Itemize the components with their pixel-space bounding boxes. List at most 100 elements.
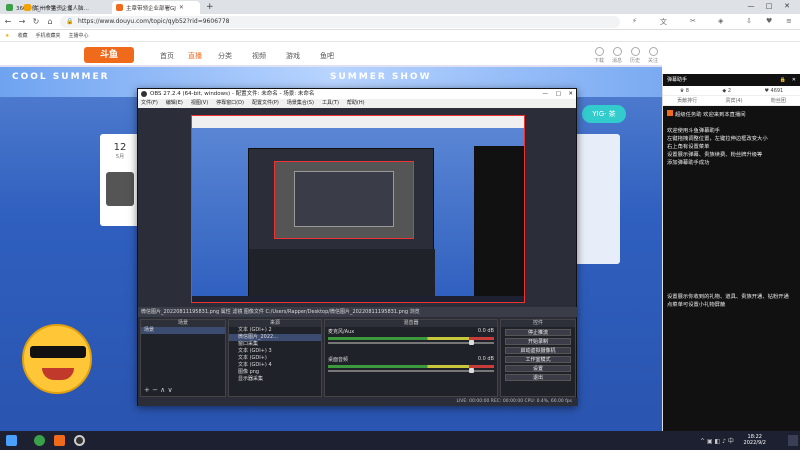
- stop-streaming-button[interactable]: 停止推流: [505, 329, 571, 336]
- close-tab-icon[interactable]: ✕: [179, 4, 184, 11]
- chat-message: 欢迎使用斗鱼弹幕助手: [667, 128, 720, 134]
- scenes-panel: 场景 场景 + − ∧ ∨: [140, 319, 226, 397]
- chat-message: 设置展示弹幕、贵族续费、粉丝牌升级等: [667, 152, 763, 158]
- reload-icon[interactable]: ↻: [31, 17, 41, 26]
- clock-date: 2022/9/2: [743, 440, 766, 446]
- menu-file[interactable]: 文件(F): [141, 99, 158, 108]
- forward-icon[interactable]: →: [17, 17, 27, 26]
- schedule-card[interactable]: 12 5月: [100, 134, 140, 226]
- right-badge[interactable]: YIG· 茶: [582, 105, 626, 123]
- maximize-icon[interactable]: □: [762, 2, 776, 10]
- menu-view[interactable]: 视图(V): [191, 99, 208, 108]
- url-input[interactable]: 🔒 https://www.douyu.com/topic/qyb52?rid=…: [60, 16, 620, 28]
- preview-taskbar-capture: [192, 296, 524, 302]
- nav-fishbar[interactable]: 鱼吧: [320, 51, 334, 61]
- screenshot-icon[interactable]: ✂: [690, 17, 696, 25]
- favorite-icon[interactable]: ♥: [766, 17, 772, 25]
- source-item[interactable]: 图像 png: [229, 369, 321, 376]
- exit-button[interactable]: 退出: [505, 374, 571, 381]
- settings-button[interactable]: 设置: [505, 365, 571, 372]
- nav-home[interactable]: 首页: [160, 51, 174, 61]
- tab-vip[interactable]: 贵宾(4): [725, 96, 742, 105]
- bookmarks-bar: ★ 收藏 手机收藏夹 主播中心: [0, 30, 800, 42]
- menu-help[interactable]: 帮助(H): [347, 99, 365, 108]
- menu-profile[interactable]: 配置文件(P): [252, 99, 279, 108]
- bookmark-item[interactable]: 收藏: [17, 32, 27, 39]
- tray-icons[interactable]: ^ ▣ ◧ ♪ 中: [700, 436, 734, 445]
- scene-add-remove-icons[interactable]: + − ∧ ∨: [144, 386, 173, 394]
- lock-icon: 🔒: [66, 18, 74, 25]
- nav-video[interactable]: 视频: [252, 51, 266, 61]
- menu-icon[interactable]: ≡: [786, 17, 792, 25]
- source-item[interactable]: 文本 (GDI+): [229, 355, 321, 362]
- source-item[interactable]: 文本 (GDI+) 3: [229, 348, 321, 355]
- download-icon[interactable]: ⇩: [746, 17, 752, 25]
- extension-icon[interactable]: ⚡: [632, 17, 637, 25]
- scene-item[interactable]: 场景: [141, 327, 225, 334]
- obs-preview[interactable]: [191, 115, 525, 303]
- menu-docks[interactable]: 停靠窗口(D): [216, 99, 244, 108]
- windows-start-icon[interactable]: [6, 435, 17, 446]
- virtual-camera-button[interactable]: 启动虚拟摄像机: [505, 347, 571, 354]
- studio-mode-button[interactable]: 工作室模式: [505, 356, 571, 363]
- nav-games[interactable]: 游戏: [286, 51, 300, 61]
- browser-tab-3[interactable]: 主章带领企业部署GJ ✕: [112, 1, 200, 14]
- new-tab-button[interactable]: +: [206, 2, 214, 12]
- start-recording-button[interactable]: 开始录制: [505, 338, 571, 345]
- menu-edit[interactable]: 编辑(E): [166, 99, 183, 108]
- message-icon[interactable]: 消息: [610, 47, 624, 64]
- chat-close-icon[interactable]: ✕: [792, 74, 796, 86]
- translate-icon[interactable]: 文: [660, 17, 667, 27]
- obs-menu-bar: 文件(F) 编辑(E) 视图(V) 停靠窗口(D) 配置文件(P) 场景集合(S…: [138, 99, 576, 108]
- source-item[interactable]: 文本 (GDI+) 4: [229, 362, 321, 369]
- controls-panel: 控件 停止推流 开始录制 启动虚拟摄像机 工作室模式 设置 退出: [500, 319, 576, 397]
- card-thumbnail: [106, 172, 134, 206]
- bookmark-item[interactable]: 主播中心: [69, 32, 89, 39]
- browser-tab-2[interactable]: 兰州市第一企业人脑…: [20, 1, 112, 14]
- system-badge-icon: [667, 110, 673, 116]
- tab-fan-club[interactable]: 粉丝团: [771, 96, 786, 105]
- notification-icon[interactable]: [788, 435, 798, 446]
- source-item[interactable]: 微信图片_2022...: [229, 334, 321, 341]
- back-icon[interactable]: ←: [3, 17, 13, 26]
- tab-favicon-icon: [24, 4, 31, 11]
- obs-app-icon[interactable]: [74, 435, 85, 446]
- tab-contribution[interactable]: 贡献排行: [677, 96, 697, 105]
- douyu-app-icon[interactable]: [54, 435, 65, 446]
- close-icon[interactable]: ✕: [780, 2, 794, 10]
- site-logo[interactable]: 斗鱼: [84, 47, 134, 63]
- source-item[interactable]: 显示器采集: [229, 376, 321, 383]
- mixer-channel: 麦克风/Aux 0.0 dB: [325, 327, 497, 345]
- obs-close-icon[interactable]: ✕: [568, 89, 573, 99]
- danmu-assistant-panel[interactable]: 弹幕助手 🔒 ✕ ♛ 8 ◆ 2 ♥ 4691 贡献排行 贵宾(4) 粉丝团 超…: [662, 74, 800, 431]
- follow-icon[interactable]: 关注: [646, 47, 660, 64]
- nav-live[interactable]: 直播: [188, 51, 202, 61]
- home-icon[interactable]: ⌂: [45, 17, 55, 26]
- browser-app-icon[interactable]: [34, 435, 45, 446]
- menu-tools[interactable]: 工具(T): [322, 99, 339, 108]
- obs-maximize-icon[interactable]: □: [556, 89, 561, 99]
- sources-title: 来源: [229, 320, 321, 327]
- download-app-icon[interactable]: 下载: [592, 47, 606, 64]
- volume-slider[interactable]: [328, 340, 494, 345]
- menu-scene-collection[interactable]: 场景集合(S): [287, 99, 314, 108]
- preview-nested-obs: [248, 148, 435, 298]
- obs-window[interactable]: OBS 27.2.4 (64-bit, windows) - 配置文件: 未命名…: [137, 88, 578, 406]
- obs-title: OBS 27.2.4 (64-bit, windows) - 配置文件: 未命名…: [150, 91, 315, 97]
- source-item[interactable]: 窗口采集: [229, 341, 321, 348]
- source-item[interactable]: 文本 (GDI+) 2: [229, 327, 321, 334]
- bookmark-item[interactable]: 手机收藏夹: [36, 32, 61, 39]
- obs-minimize-icon[interactable]: —: [543, 89, 549, 99]
- source-property-bar[interactable]: 微信图片_20220811195831.png 属性 滤镜 图像文件 C:/Us…: [138, 307, 578, 317]
- history-icon[interactable]: 历史: [628, 47, 642, 64]
- lock-icon[interactable]: 🔒: [780, 74, 786, 86]
- preview-browser-chrome: [192, 116, 524, 128]
- shield-icon[interactable]: ◈: [718, 17, 723, 25]
- channel-db: 0.0 dB: [477, 356, 494, 362]
- minimize-icon[interactable]: —: [744, 2, 758, 10]
- volume-slider[interactable]: [328, 368, 494, 373]
- nav-category[interactable]: 分类: [218, 51, 232, 61]
- taskbar-clock[interactable]: 18:22 2022/9/2: [744, 434, 766, 446]
- windows-taskbar: ^ ▣ ◧ ♪ 中 18:22 2022/9/2: [0, 431, 800, 450]
- banner-mid-text: SUMMER SHOW: [330, 72, 432, 82]
